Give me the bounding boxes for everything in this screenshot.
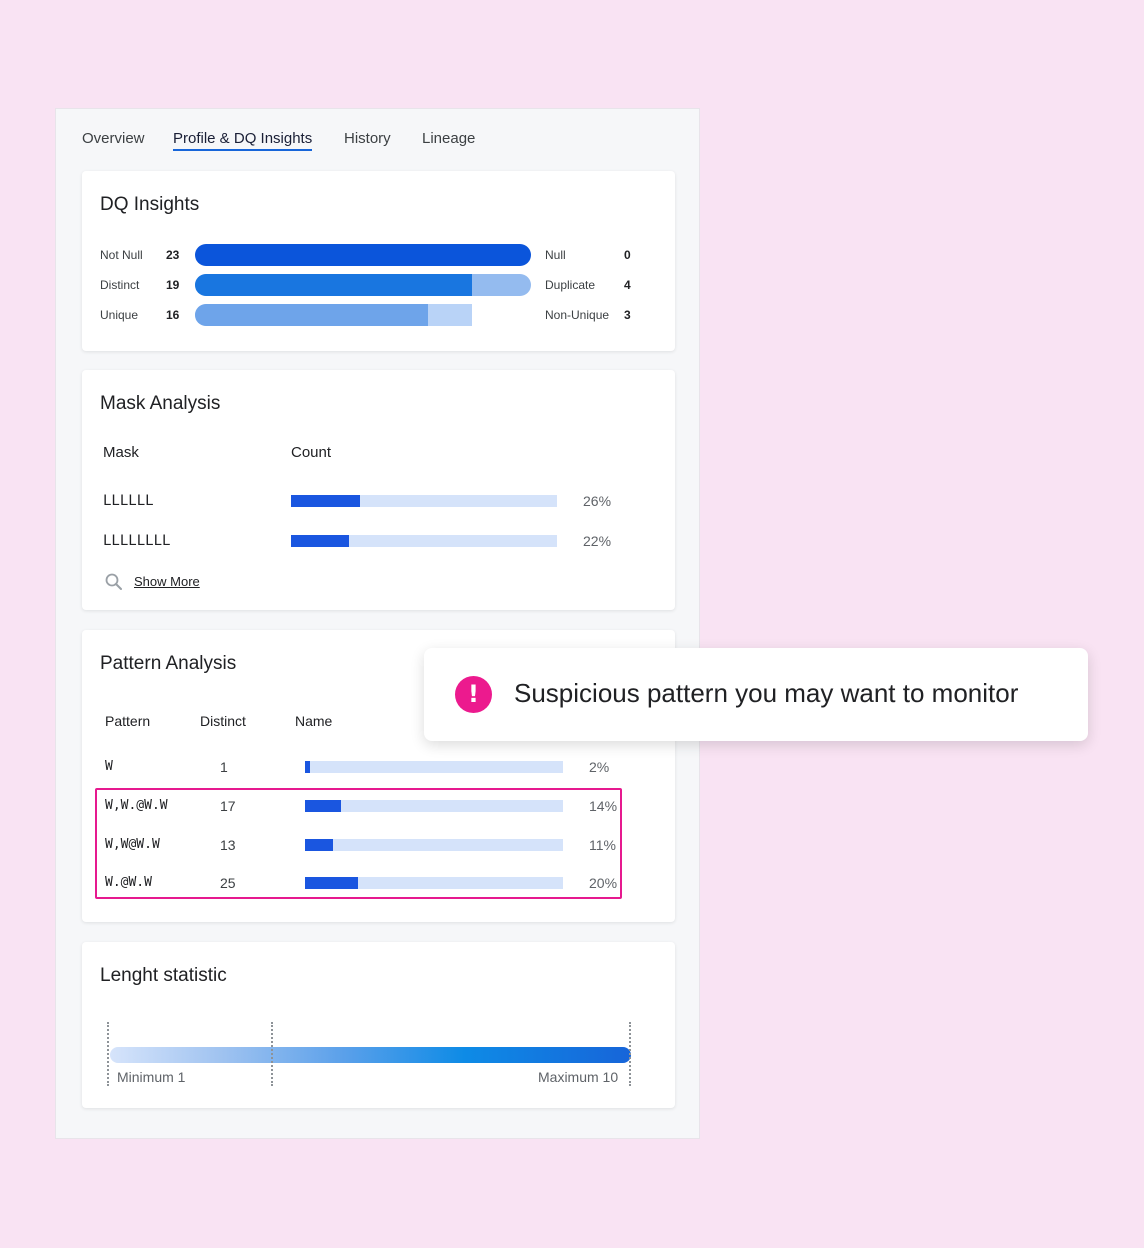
length-statistic-card: Lenght statistic Minimum 1 Maximum 10 (82, 942, 675, 1108)
mask-count-bar-fill (291, 495, 360, 507)
mask-count-bar-fill (291, 535, 349, 547)
dq-right-label: Duplicate (545, 278, 596, 292)
name-column-header: Name (295, 713, 333, 729)
dq-label: Unique (100, 308, 139, 322)
mask-percent: 22% (583, 533, 612, 549)
dq-right-count: 3 (624, 308, 631, 322)
show-more-link[interactable]: Show More (134, 574, 200, 589)
dq-count: 16 (166, 308, 180, 322)
profile-panel: Overview Profile & DQ Insights History L… (55, 108, 700, 1139)
dq-insights-title: DQ Insights (100, 194, 200, 215)
pattern-analysis-title: Pattern Analysis (100, 653, 237, 674)
minimum-label: Minimum 1 (117, 1069, 186, 1085)
tab-profile-dq-insights[interactable]: Profile & DQ Insights (173, 130, 313, 151)
dq-row-distinct: Distinct 19 Duplicate 4 (100, 273, 640, 297)
pattern-name-bar (305, 761, 563, 773)
pattern-value: W (105, 759, 113, 774)
tab-lineage[interactable]: Lineage (422, 130, 475, 147)
suspicious-patterns-highlight (95, 788, 622, 899)
search-icon[interactable] (105, 573, 122, 590)
exclamation-icon: ! (455, 676, 492, 713)
mask-analysis-card: Mask Analysis Mask Count LLLLLL 26% LLLL… (82, 370, 675, 610)
mask-percent: 26% (583, 493, 612, 509)
distinct-value: 1 (220, 759, 228, 775)
mask-count-bar (291, 495, 557, 507)
mask-column-header: Mask (103, 444, 139, 461)
unique-bar-fill (195, 304, 428, 326)
mask-count-bar (291, 535, 557, 547)
mask-value: LLLLLLLL (103, 533, 171, 549)
dq-count: 19 (166, 278, 180, 292)
length-range-bar (110, 1047, 631, 1063)
length-statistic-title: Lenght statistic (100, 965, 227, 986)
tab-overview[interactable]: Overview (82, 130, 145, 147)
maximum-label: Maximum 10 (538, 1069, 619, 1085)
maximum-marker (629, 1022, 631, 1086)
dq-label: Not Null (100, 248, 143, 262)
dq-row-unique: Unique 16 Non-Unique 3 (100, 303, 640, 327)
pattern-percent: 2% (589, 759, 610, 775)
dq-count: 23 (166, 248, 180, 262)
dq-insights-card: DQ Insights Not Null 23 Null 0 Distinct … (82, 171, 675, 351)
pattern-name-bar-fill (305, 761, 310, 773)
callout-text: Suspicious pattern you may want to monit… (514, 678, 1019, 708)
distinct-bar (195, 274, 531, 296)
dq-right-label: Null (545, 248, 566, 262)
not-null-bar (195, 244, 531, 266)
distinct-column-header: Distinct (200, 713, 246, 729)
count-column-header: Count (291, 444, 332, 461)
mid-marker (271, 1022, 273, 1086)
unique-bar (195, 304, 472, 326)
dq-row-not-null: Not Null 23 Null 0 (100, 243, 640, 267)
dq-right-count: 4 (624, 278, 631, 292)
pattern-column-header: Pattern (105, 713, 151, 729)
dq-label: Distinct (100, 278, 140, 292)
suspicious-pattern-callout: ! Suspicious pattern you may want to mon… (424, 648, 1088, 741)
minimum-marker (107, 1022, 109, 1086)
dq-right-count: 0 (624, 248, 631, 262)
dq-right-label: Non-Unique (545, 308, 610, 322)
mask-value: LLLLLL (103, 493, 154, 509)
tab-history[interactable]: History (344, 130, 391, 147)
mask-analysis-title: Mask Analysis (100, 393, 221, 414)
distinct-bar-fill (195, 274, 472, 296)
